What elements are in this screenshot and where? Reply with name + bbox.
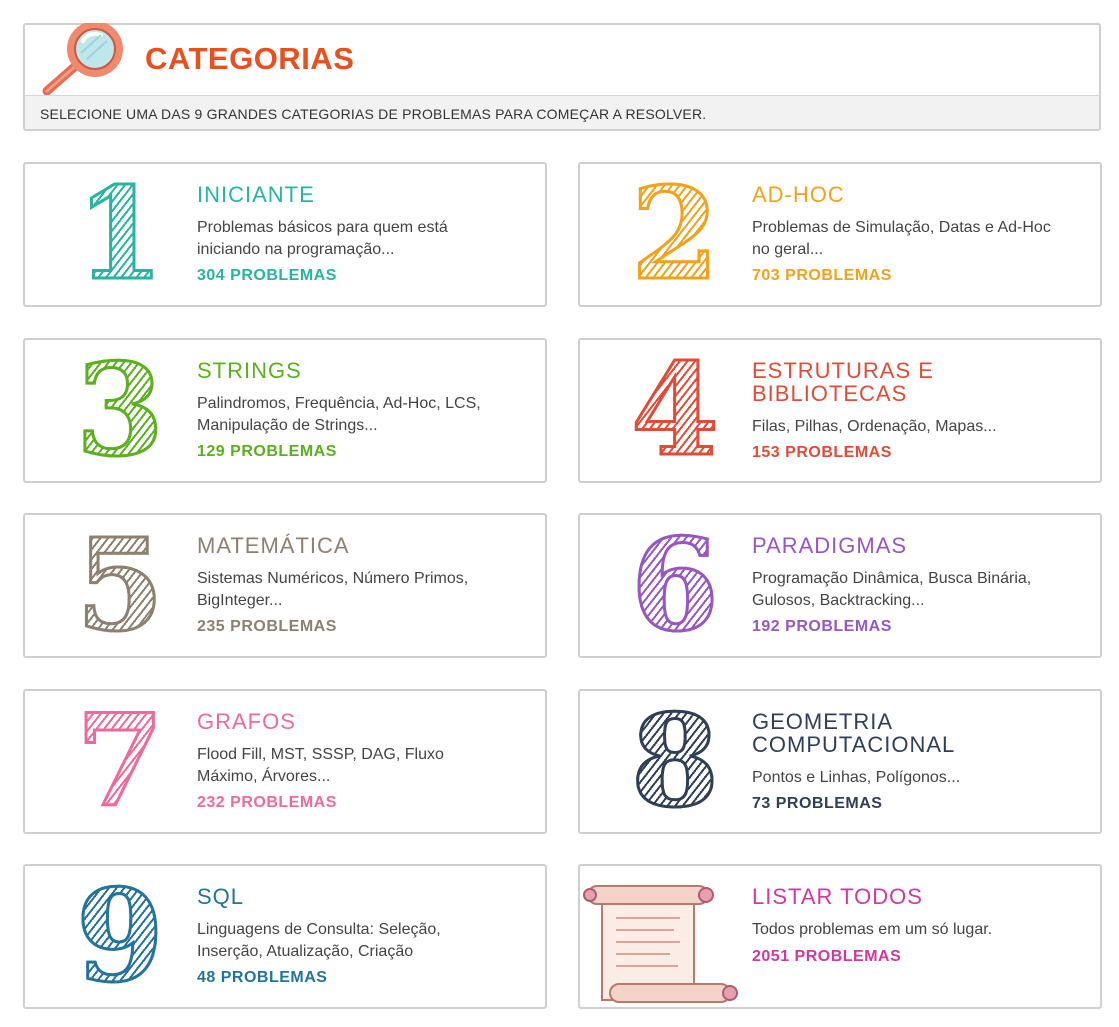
category-count: 2051 PROBLEMAS bbox=[752, 948, 902, 965]
category-card-iniciante[interactable]: 1 INICIANTE Problemas básicos para quem … bbox=[23, 162, 547, 307]
category-card-matematica[interactable]: 5 MATEMÁTICA Sistemas Numéricos, Número … bbox=[23, 513, 547, 658]
category-description: Programação Dinâmica, Busca Binária, Gul… bbox=[752, 570, 1032, 609]
category-title[interactable]: INICIANTE bbox=[197, 183, 517, 206]
number-9-icon: 9 bbox=[65, 871, 175, 1002]
number-6-icon: 6 bbox=[620, 520, 730, 651]
category-count: 48 PROBLEMAS bbox=[197, 969, 328, 986]
category-card-strings[interactable]: 3 STRINGS Palindromos, Frequência, Ad-Ho… bbox=[23, 338, 547, 483]
category-count: 304 PROBLEMAS bbox=[197, 267, 337, 284]
category-card-sql[interactable]: 9 SQL Linguagens de Consulta: Seleção, I… bbox=[23, 864, 547, 1009]
category-count: 232 PROBLEMAS bbox=[197, 794, 337, 811]
categories-header: CATEGORIAS SELECIONE UMA DAS 9 GRANDES C… bbox=[23, 23, 1101, 131]
scroll-icon bbox=[583, 885, 738, 1003]
category-count: 73 PROBLEMAS bbox=[752, 795, 883, 812]
category-count: 703 PROBLEMAS bbox=[752, 267, 892, 284]
magnifier-icon bbox=[42, 23, 123, 95]
category-title[interactable]: MATEMÁTICA bbox=[197, 534, 517, 557]
category-count: 235 PROBLEMAS bbox=[197, 618, 337, 635]
number-3-icon: 3 bbox=[65, 345, 175, 476]
category-title[interactable]: SQL bbox=[197, 885, 517, 908]
category-description: Problemas de Simulação, Datas e Ad-Hoc n… bbox=[752, 219, 1051, 258]
category-count: 153 PROBLEMAS bbox=[752, 444, 892, 461]
category-card-listar-todos[interactable]: LISTAR TODOS Todos problemas em um só lu… bbox=[578, 864, 1102, 1009]
category-title[interactable]: ESTRUTURAS E BIBLIOTECAS bbox=[752, 359, 982, 405]
number-1-icon: 1 bbox=[65, 169, 175, 300]
category-card-paradigmas[interactable]: 6 PARADIGMAS Programação Dinâmica, Busca… bbox=[578, 513, 1102, 658]
page-subtitle: SELECIONE UMA DAS 9 GRANDES CATEGORIAS D… bbox=[25, 95, 1099, 129]
number-2-icon: 2 bbox=[620, 169, 730, 300]
category-title[interactable]: LISTAR TODOS bbox=[752, 885, 1072, 908]
number-7-icon: 7 bbox=[65, 696, 175, 827]
category-description: Todos problemas em um só lugar. bbox=[752, 921, 993, 938]
category-card-ad-hoc[interactable]: 2 AD-HOC Problemas de Simulação, Datas e… bbox=[578, 162, 1102, 307]
category-description: Pontos e Linhas, Polígonos... bbox=[752, 769, 961, 786]
category-description: Problemas básicos para quem está inician… bbox=[197, 219, 448, 258]
category-description: Flood Fill, MST, SSSP, DAG, Fluxo Máximo… bbox=[197, 746, 444, 785]
category-title[interactable]: PARADIGMAS bbox=[752, 534, 1072, 557]
category-title[interactable]: AD-HOC bbox=[752, 183, 1072, 206]
category-description: Filas, Pilhas, Ordenação, Mapas... bbox=[752, 418, 997, 435]
category-description: Linguagens de Consulta: Seleção, Inserçã… bbox=[197, 921, 441, 960]
category-card-grafos[interactable]: 7 GRAFOS Flood Fill, MST, SSSP, DAG, Flu… bbox=[23, 689, 547, 834]
number-8-icon: 8 bbox=[620, 696, 730, 827]
category-title[interactable]: GRAFOS bbox=[197, 710, 517, 733]
category-count: 129 PROBLEMAS bbox=[197, 443, 337, 460]
category-title[interactable]: STRINGS bbox=[197, 359, 517, 382]
number-5-icon: 5 bbox=[65, 520, 175, 651]
number-4-icon: 4 bbox=[620, 345, 730, 476]
category-card-estruturas[interactable]: 4 ESTRUTURAS E BIBLIOTECAS Filas, Pilhas… bbox=[578, 338, 1102, 483]
category-card-geometria[interactable]: 8 GEOMETRIA COMPUTACIONAL Pontos e Linha… bbox=[578, 689, 1102, 834]
page-title: CATEGORIAS bbox=[145, 41, 355, 76]
category-title[interactable]: GEOMETRIA COMPUTACIONAL bbox=[752, 710, 1012, 756]
category-count: 192 PROBLEMAS bbox=[752, 618, 892, 635]
category-description: Sistemas Numéricos, Número Primos, BigIn… bbox=[197, 570, 469, 609]
category-description: Palindromos, Frequência, Ad-Hoc, LCS, Ma… bbox=[197, 395, 481, 434]
